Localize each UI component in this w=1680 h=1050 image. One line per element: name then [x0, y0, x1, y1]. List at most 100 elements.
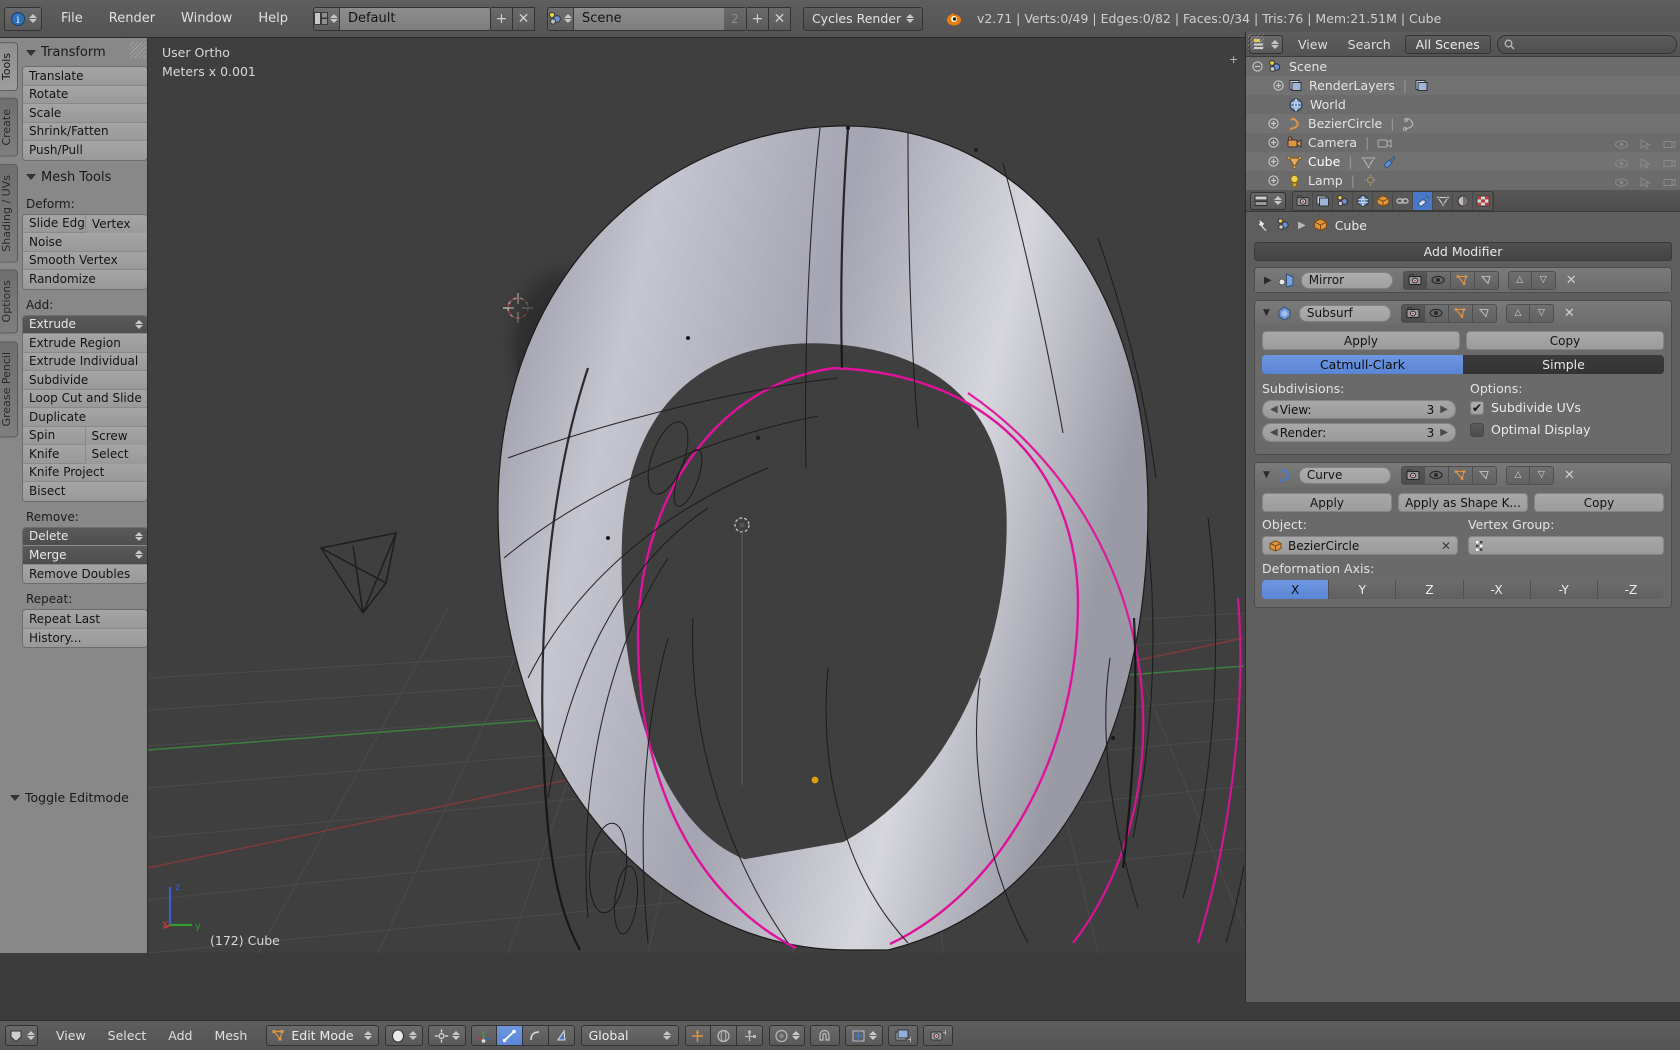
screen-layout-selector[interactable]: Default — [312, 6, 491, 31]
eye-icon[interactable] — [1615, 158, 1628, 169]
modifier-name-subsurf[interactable]: Subsurf — [1298, 304, 1391, 322]
shrink-fatten-button[interactable]: Shrink/Fatten — [23, 122, 147, 141]
3d-viewport[interactable]: User Ortho Meters x 0.001 (172) Cube + z… — [148, 38, 1244, 953]
delete-dropdown[interactable]: Delete — [23, 527, 147, 546]
modifier-move-up-button[interactable]: △ — [1505, 465, 1530, 485]
screen-layout-value[interactable]: Default — [339, 7, 490, 30]
tab-tools[interactable]: Tools — [0, 42, 18, 92]
extrude-individual-button[interactable]: Extrude Individual — [23, 352, 147, 371]
duplicate-button[interactable]: Duplicate — [23, 408, 147, 427]
realtime-toggle-icon[interactable] — [1424, 303, 1449, 323]
pivot-point-selector[interactable] — [427, 1025, 466, 1046]
subsurf-view-levels-field[interactable]: ◀ View: 3 ▶ — [1262, 400, 1456, 419]
tab-object[interactable] — [1373, 191, 1393, 210]
axis-neg-z-button[interactable]: -Z — [1597, 580, 1664, 599]
modifier-move-up-button[interactable]: △ — [1505, 303, 1530, 323]
subdivide-uvs-checkbox[interactable]: ✔ — [1470, 400, 1484, 415]
rotate-manipulator-icon[interactable] — [710, 1025, 737, 1046]
delete-screen-layout-button[interactable]: ✕ — [512, 6, 535, 31]
curve-copy-button[interactable]: Copy — [1534, 493, 1664, 512]
tab-modifiers[interactable] — [1413, 191, 1433, 210]
tab-create[interactable]: Create — [0, 98, 18, 157]
render-engine-selector[interactable]: Cycles Render — [802, 6, 923, 31]
menu-help[interactable]: Help — [245, 7, 301, 31]
realtime-toggle-icon[interactable] — [1424, 465, 1449, 485]
panel-header-mesh-tools[interactable]: Mesh Tools — [22, 163, 147, 191]
bisect-button[interactable]: Bisect — [23, 482, 147, 501]
knife-project-button[interactable]: Knife Project — [23, 463, 147, 482]
cage-toggle-icon[interactable] — [1472, 303, 1497, 323]
tab-data[interactable] — [1433, 191, 1453, 210]
catmull-clark-button[interactable]: Catmull-Clark — [1262, 355, 1463, 374]
menu-render[interactable]: Render — [96, 7, 168, 31]
modifier-name-curve[interactable]: Curve — [1298, 466, 1391, 484]
scene-icon[interactable] — [1276, 218, 1291, 232]
increment-arrow-icon[interactable]: ▶ — [1440, 404, 1448, 415]
eye-icon[interactable] — [1615, 177, 1628, 188]
subsurf-copy-button[interactable]: Copy — [1466, 331, 1664, 350]
clear-object-button[interactable]: ✕ — [1441, 539, 1451, 553]
face-select-icon[interactable] — [522, 1025, 549, 1046]
tab-shading-uvs[interactable]: Shading / UVs — [0, 163, 18, 263]
delete-scene-button[interactable]: ✕ — [768, 6, 791, 31]
translate-manipulator-icon[interactable] — [684, 1025, 711, 1046]
outliner-filter-dropdown[interactable]: All Scenes — [1404, 34, 1491, 54]
curve-apply-button[interactable]: Apply — [1262, 493, 1392, 512]
modifier-move-down-button[interactable]: ▽ — [1529, 465, 1554, 485]
subdivide-uvs-row[interactable]: ✔ Subdivide UVs — [1470, 400, 1664, 415]
cage-toggle-icon[interactable] — [1472, 465, 1497, 485]
tab-texture[interactable] — [1473, 191, 1493, 210]
modifier-move-down-button[interactable]: ▽ — [1529, 303, 1554, 323]
chevron-down-icon[interactable]: ▼ — [1263, 470, 1270, 480]
increment-arrow-icon[interactable]: ▶ — [1440, 427, 1448, 438]
merge-dropdown[interactable]: Merge — [23, 546, 147, 565]
chevron-down-icon[interactable]: ▼ — [1263, 308, 1270, 318]
vertex-slide-button[interactable]: Vertex — [85, 214, 147, 233]
render-camera-icon[interactable] — [1663, 139, 1676, 150]
occlude-geometry-icon[interactable] — [548, 1025, 575, 1046]
cage-toggle-icon[interactable] — [1474, 270, 1499, 290]
tab-material[interactable] — [1453, 191, 1473, 210]
curve-apply-as-shape-button[interactable]: Apply as Shape K... — [1398, 493, 1528, 512]
slide-edge-button[interactable]: Slide Edg — [23, 214, 86, 233]
outliner-menu-view[interactable]: View — [1288, 37, 1338, 52]
subdivide-button[interactable]: Subdivide — [23, 371, 147, 390]
noise-button[interactable]: Noise — [23, 233, 147, 252]
viewport-menu-view[interactable]: View — [45, 1025, 97, 1046]
outliner-row-beziercircle[interactable]: BezierCircle | — [1246, 114, 1680, 133]
tab-constraints[interactable] — [1393, 191, 1413, 210]
scale-button[interactable]: Scale — [23, 104, 147, 123]
realtime-toggle-icon[interactable] — [1426, 270, 1451, 290]
simple-button[interactable]: Simple — [1463, 355, 1664, 374]
blender-logo-icon[interactable]: i — [4, 6, 42, 31]
translate-button[interactable]: Translate — [23, 67, 147, 86]
extrude-region-button[interactable]: Extrude Region — [23, 334, 147, 353]
properties-editor-icon[interactable] — [1250, 191, 1286, 210]
tab-renderlayers[interactable] — [1313, 191, 1333, 210]
modifier-header-curve[interactable]: ▼ Curve △ ▽ ✕ — [1255, 463, 1671, 487]
editor-type-icon[interactable] — [5, 1025, 38, 1046]
modifier-move-down-button[interactable]: ▽ — [1531, 270, 1556, 290]
editmode-toggle-icon[interactable] — [1450, 270, 1475, 290]
toolshelf-expand-icon[interactable]: + — [1229, 54, 1240, 65]
optimal-display-row[interactable]: Optimal Display — [1470, 422, 1664, 437]
screw-button[interactable]: Screw — [85, 426, 147, 445]
remove-doubles-button[interactable]: Remove Doubles — [23, 564, 147, 583]
snap-target-selector[interactable] — [844, 1025, 883, 1046]
vertex-group-field[interactable] — [1468, 536, 1664, 555]
outliner-row-scene[interactable]: Scene — [1246, 57, 1680, 76]
render-toggle-icon[interactable] — [1400, 465, 1425, 485]
spin-button[interactable]: Spin — [23, 426, 86, 445]
cursor-select-icon[interactable] — [1639, 139, 1652, 150]
transform-orientation-selector[interactable]: Global — [580, 1025, 679, 1046]
cursor-select-icon[interactable] — [1639, 177, 1652, 188]
axis-neg-y-button[interactable]: -Y — [1530, 580, 1598, 599]
proportional-edit-selector[interactable] — [768, 1025, 805, 1046]
curve-object-field[interactable]: BezierCircle ✕ — [1262, 536, 1458, 555]
viewport-menu-select[interactable]: Select — [97, 1025, 158, 1046]
tab-options[interactable]: Options — [0, 269, 18, 334]
panel-resize-grip[interactable] — [130, 42, 146, 58]
tab-render[interactable] — [1293, 191, 1313, 210]
render-camera-icon[interactable] — [1663, 177, 1676, 188]
scale-manipulator-icon[interactable] — [736, 1025, 763, 1046]
